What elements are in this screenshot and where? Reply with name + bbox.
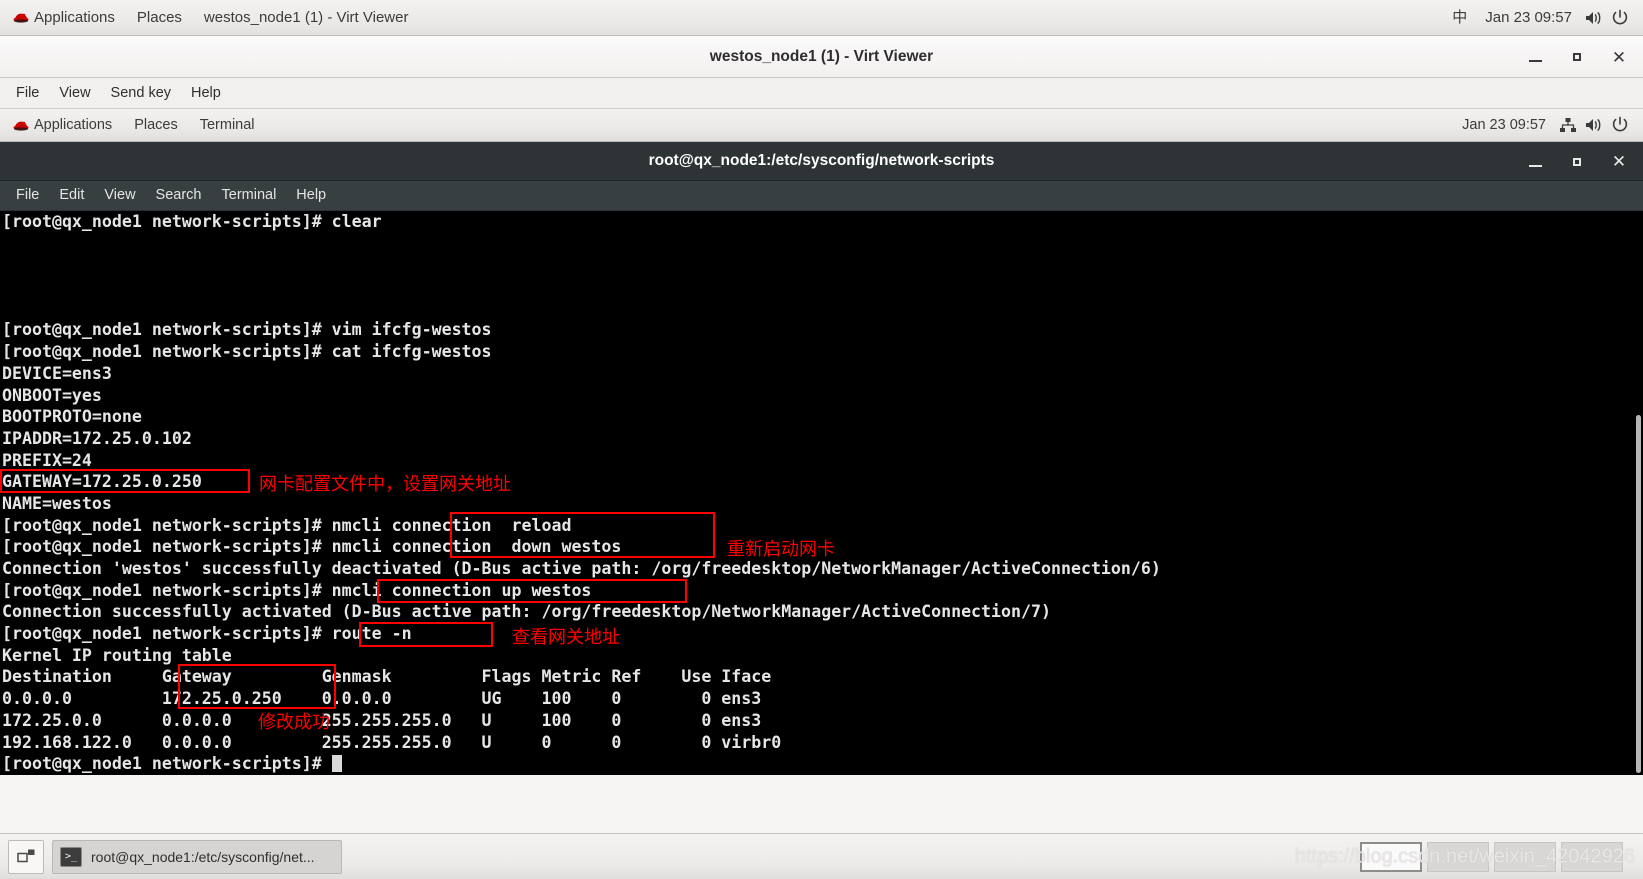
guest-panel-status-area: Jan 23 09:57 [1453, 109, 1643, 141]
terminal-line: PREFIX=24 [2, 450, 92, 470]
terminal-menubar: File Edit View Search Terminal Help [0, 181, 1643, 211]
show-desktop-icon[interactable] [8, 839, 44, 874]
virt-viewer-titlebar[interactable]: westos_node1 (1) - Virt Viewer ✕ [0, 36, 1643, 78]
network-icon[interactable] [1555, 112, 1581, 138]
menu-view[interactable]: View [49, 78, 100, 108]
terminal-title: root@qx_node1:/etc/sysconfig/network-scr… [648, 152, 995, 169]
guest-taskbar: >_ root@qx_node1:/etc/sysconfig/net... h… [0, 833, 1643, 879]
menu-help[interactable]: Help [181, 78, 231, 108]
terminal-line: [root@qx_node1 network-scripts]# vim ifc… [2, 320, 492, 340]
minimize-icon[interactable] [1525, 152, 1545, 172]
host-top-panel: Applications Places westos_node1 (1) - V… [0, 0, 1643, 36]
minimize-icon[interactable] [1525, 47, 1545, 67]
volume-icon[interactable] [1581, 5, 1607, 31]
terminal-menu-view[interactable]: View [94, 181, 145, 210]
volume-icon[interactable] [1581, 112, 1607, 138]
workspace-switcher [1360, 841, 1635, 872]
virt-viewer-window: westos_node1 (1) - Virt Viewer ✕ File Vi… [0, 36, 1643, 879]
terminal-line: Connection successfully activated (D-Bus… [2, 602, 1051, 622]
terminal-menu-file[interactable]: File [6, 181, 49, 210]
terminal-line: IPADDR=172.25.0.102 [2, 428, 192, 448]
close-icon[interactable]: ✕ [1609, 47, 1629, 67]
power-icon[interactable] [1607, 5, 1633, 31]
close-icon[interactable]: ✕ [1609, 152, 1629, 172]
taskbar-task-label: root@qx_node1:/etc/sysconfig/net... [91, 848, 315, 865]
terminal-menu-terminal[interactable]: Terminal [212, 181, 287, 210]
guest-clock[interactable]: Jan 23 09:57 [1453, 109, 1555, 141]
workspace-1[interactable] [1360, 841, 1422, 872]
terminal-line: Kernel IP routing table [2, 645, 232, 665]
terminal-line: 192.168.122.0 0.0.0.0 255.255.255.0 U 0 … [2, 732, 782, 752]
terminal-line: 172.25.0.0 0.0.0.0 255.255.255.0 U 100 0… [2, 710, 762, 730]
maximize-icon[interactable] [1567, 47, 1587, 67]
taskbar-task-button[interactable]: >_ root@qx_node1:/etc/sysconfig/net... [52, 839, 342, 874]
ime-indicator[interactable]: 中 [1443, 0, 1476, 35]
menu-send-key[interactable]: Send key [101, 78, 181, 108]
terminal-menu-edit[interactable]: Edit [49, 181, 94, 210]
gnome-terminal-window: root@qx_node1:/etc/sysconfig/network-scr… [0, 142, 1643, 775]
maximize-icon[interactable] [1567, 152, 1587, 172]
host-panel-status-area: 中 Jan 23 09:57 [1443, 0, 1643, 35]
guest-terminal-menu[interactable]: Terminal [189, 109, 266, 141]
terminal-window-buttons: ✕ [1525, 142, 1629, 181]
annotation-text-view-gateway: 查看网关地址 [512, 627, 620, 648]
terminal-line: NAME=westos [2, 493, 112, 513]
guest-top-panel: Applications Places Terminal Jan 23 09:5… [0, 109, 1643, 142]
terminal-line: DEVICE=ens3 [2, 363, 112, 383]
terminal-titlebar[interactable]: root@qx_node1:/etc/sysconfig/network-scr… [0, 142, 1643, 181]
terminal-line: [root@qx_node1 network-scripts]# route -… [2, 624, 412, 644]
terminal-line: [root@qx_node1 network-scripts]# nmcli c… [2, 515, 572, 535]
terminal-scrollbar[interactable] [1634, 211, 1643, 775]
terminal-body[interactable]: [root@qx_node1 network-scripts]# clear [r… [0, 211, 1643, 775]
power-icon[interactable] [1607, 112, 1633, 138]
annotation-text-modify-success: 修改成功 [258, 712, 330, 733]
terminal-menu-search[interactable]: Search [146, 181, 212, 210]
terminal-cursor [331, 755, 342, 773]
terminal-line: [root@qx_node1 network-scripts]# [2, 753, 1634, 775]
menu-file[interactable]: File [6, 78, 49, 108]
host-window-title[interactable]: westos_node1 (1) - Virt Viewer [193, 0, 420, 35]
redhat-logo-icon [13, 13, 29, 23]
annotation-text-gateway-config: 网卡配置文件中，设置网关地址 [259, 474, 511, 495]
host-clock[interactable]: Jan 23 09:57 [1476, 0, 1581, 35]
terminal-line: Connection 'westos' successfully deactiv… [2, 559, 1161, 578]
virt-viewer-menubar: File View Send key Help [0, 78, 1643, 109]
terminal-line: GATEWAY=172.25.0.250 [2, 472, 202, 492]
host-places-menu[interactable]: Places [126, 0, 193, 35]
terminal-line: ONBOOT=yes [2, 385, 102, 405]
terminal-output: [root@qx_node1 network-scripts]# clear [r… [0, 211, 1634, 775]
terminal-scrollbar-thumb[interactable] [1636, 415, 1641, 773]
terminal-menu-help[interactable]: Help [286, 181, 336, 210]
workspace-3[interactable] [1494, 841, 1556, 872]
terminal-line: BOOTPROTO=none [2, 407, 142, 427]
redhat-logo-icon [13, 121, 29, 131]
virt-viewer-window-buttons: ✕ [1525, 36, 1629, 78]
virt-viewer-title: westos_node1 (1) - Virt Viewer [709, 47, 934, 65]
workspace-2[interactable] [1427, 841, 1489, 872]
terminal-line: Destination Gateway Genmask Flags Metric… [2, 667, 772, 687]
workspace-4[interactable] [1561, 841, 1623, 872]
terminal-icon: >_ [60, 846, 82, 867]
terminal-line: 0.0.0.0 172.25.0.250 0.0.0.0 UG 100 0 0 … [2, 689, 762, 709]
terminal-line: [root@qx_node1 network-scripts]# cat ifc… [2, 342, 492, 362]
screen-root: Applications Places westos_node1 (1) - V… [0, 0, 1643, 879]
terminal-line: [root@qx_node1 network-scripts]# nmcli c… [2, 580, 592, 600]
annotation-text-restart-nic: 重新启动网卡 [727, 539, 835, 560]
guest-places-menu[interactable]: Places [123, 109, 189, 141]
terminal-line: [root@qx_node1 network-scripts]# clear [2, 212, 382, 231]
